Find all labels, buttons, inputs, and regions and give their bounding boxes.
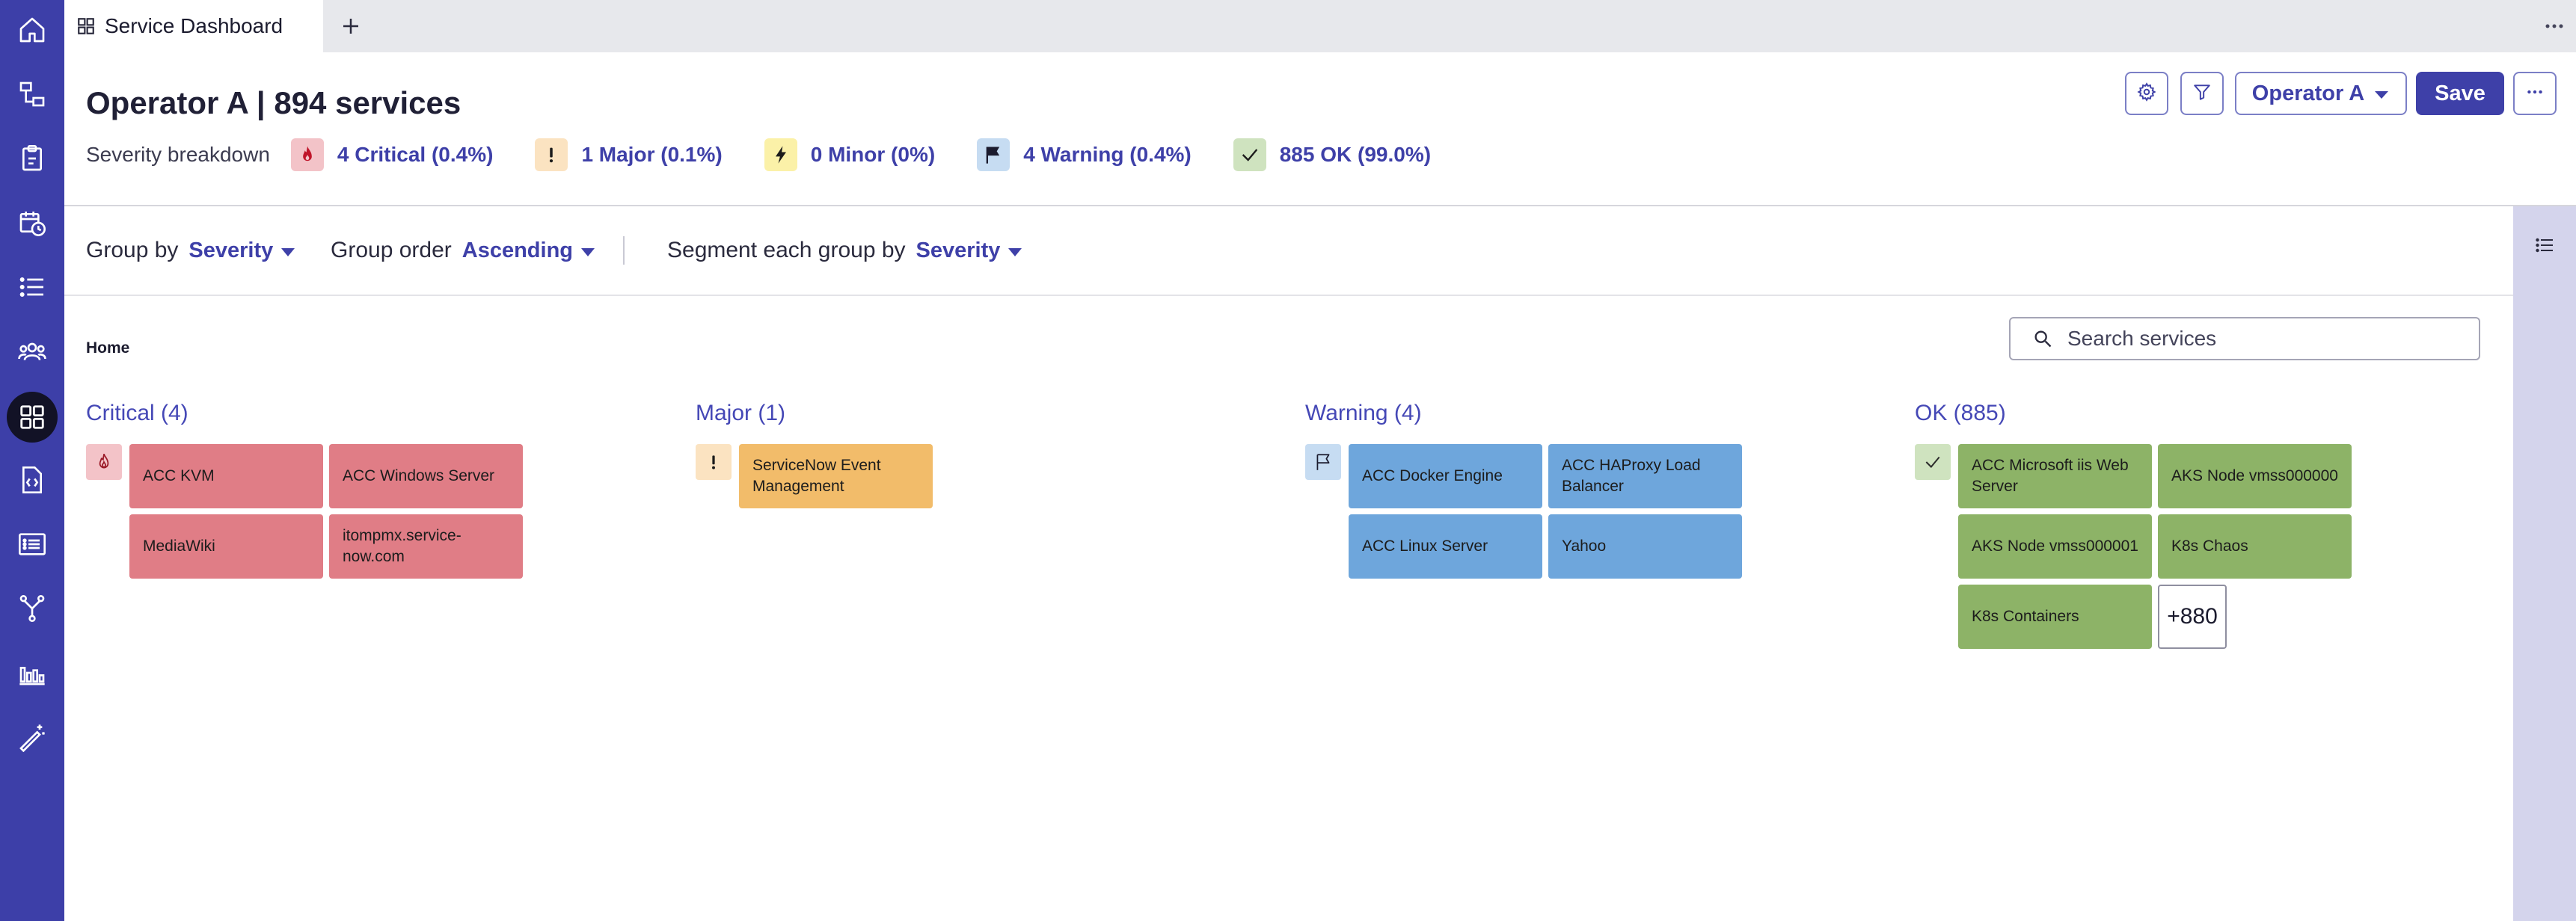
clipboard-icon[interactable] <box>14 141 50 176</box>
group-ok: OK (885) ACC Microsoft iis Web Server AK… <box>1915 401 2352 649</box>
severity-critical-text: 4 Critical (0.4%) <box>337 143 494 166</box>
group-order-value: Ascending <box>461 238 573 262</box>
operator-dropdown[interactable]: Operator A <box>2235 72 2407 115</box>
service-tile[interactable]: K8s Chaos <box>2158 514 2352 579</box>
service-tile[interactable]: Yahoo <box>1548 514 1742 579</box>
more-services-button[interactable]: +880 <box>2158 585 2227 649</box>
gear-icon <box>2137 81 2156 105</box>
group-by-value: Severity <box>188 238 274 262</box>
group-order-dropdown[interactable]: Ascending <box>462 238 595 263</box>
filter-button[interactable] <box>2180 72 2224 115</box>
branch-icon[interactable] <box>14 591 50 626</box>
tab-service-dashboard[interactable]: Service Dashboard <box>64 0 323 52</box>
service-tile[interactable]: AKS Node vmss000000 <box>2158 444 2352 508</box>
flag-outline-icon <box>1305 444 1341 480</box>
tab-label: Service Dashboard <box>105 14 283 37</box>
group-by-control: Group by Severity <box>86 233 295 268</box>
severity-ok-text: 885 OK (99.0%) <box>1279 143 1432 166</box>
save-button[interactable]: Save <box>2416 72 2504 115</box>
list-icon[interactable] <box>14 269 50 305</box>
users-icon[interactable] <box>14 333 50 369</box>
segment-by-dropdown[interactable]: Severity <box>916 238 1023 263</box>
code-file-icon[interactable] <box>14 462 50 498</box>
check-icon <box>1233 138 1266 171</box>
caret-down-icon <box>2373 81 2390 106</box>
service-tile[interactable]: ACC Linux Server <box>1349 514 1542 579</box>
search-input[interactable] <box>2067 327 2456 351</box>
service-tile[interactable]: AKS Node vmss000001 <box>1958 514 2152 579</box>
group-title[interactable]: Warning (4) <box>1305 401 1422 431</box>
severity-major-text: 1 Major (0.1%) <box>581 143 723 166</box>
toolbar-divider <box>623 236 625 265</box>
bar-chart-icon[interactable] <box>14 655 50 691</box>
settings-button[interactable] <box>2125 72 2168 115</box>
service-tile[interactable]: ACC Microsoft iis Web Server <box>1958 444 2152 508</box>
exclamation-icon <box>696 444 732 480</box>
operator-dropdown-label: Operator A <box>2251 81 2365 105</box>
caret-down-icon <box>580 238 595 263</box>
group-by-label: Group by <box>86 238 179 262</box>
grid-icon <box>76 16 96 36</box>
ellipsis-icon <box>2525 82 2545 105</box>
service-tile[interactable]: ACC Docker Engine <box>1349 444 1542 508</box>
search-box <box>2009 317 2480 360</box>
more-options-icon[interactable] <box>2543 13 2566 39</box>
magic-wand-icon[interactable] <box>14 719 50 755</box>
hierarchy-icon[interactable] <box>14 76 50 112</box>
panel-list-icon[interactable] <box>2533 233 2557 257</box>
breadcrumb[interactable]: Home <box>86 339 129 357</box>
severity-breakdown: Severity breakdown 4 Critical (0.4%) 1 M… <box>86 138 1431 172</box>
lightning-icon <box>764 138 797 171</box>
severity-critical-link[interactable]: 4 Critical (0.4%) <box>290 138 494 171</box>
flag-icon <box>977 138 1011 171</box>
grouping-toolbar: Group by Severity Group order Ascending … <box>64 206 2513 296</box>
service-tile[interactable]: ACC HAProxy Load Balancer <box>1548 444 1742 508</box>
service-tile[interactable]: K8s Containers <box>1958 585 2152 649</box>
home-icon[interactable] <box>14 12 50 48</box>
severity-breakdown-label: Severity breakdown <box>86 143 270 166</box>
tab-strip: Service Dashboard <box>64 0 2576 52</box>
dashboard-grid-icon[interactable] <box>7 392 58 443</box>
severity-minor-link[interactable]: 0 Minor (0%) <box>764 138 935 171</box>
group-major: Major (1) ServiceNow Event Management <box>696 401 933 508</box>
group-critical: Critical (4) ACC KVM ACC Windows Server … <box>86 401 523 579</box>
group-title[interactable]: Major (1) <box>696 401 785 431</box>
dashboard-content: Home Critical (4) ACC KVM ACC Windows Se… <box>64 296 2513 921</box>
segment-by-control: Segment each group by Severity <box>667 233 1022 268</box>
fire-icon <box>290 138 324 171</box>
service-tile[interactable]: ACC KVM <box>129 444 323 508</box>
page-title: Operator A | 894 services <box>86 85 461 120</box>
filter-icon <box>2192 82 2212 105</box>
search-icon <box>2031 327 2054 350</box>
group-order-label: Group order <box>331 238 452 262</box>
severity-warning-link[interactable]: 4 Warning (0.4%) <box>977 138 1192 171</box>
group-title[interactable]: OK (885) <box>1915 401 2006 431</box>
left-navigation <box>0 0 64 921</box>
fire-outline-icon <box>86 444 122 480</box>
dashboard-header: Operator A | 894 services Severity break… <box>64 52 2576 206</box>
severity-minor-text: 0 Minor (0%) <box>810 143 936 166</box>
more-actions-button[interactable] <box>2513 72 2557 115</box>
severity-major-link[interactable]: 1 Major (0.1%) <box>535 138 723 171</box>
group-title[interactable]: Critical (4) <box>86 401 188 431</box>
segment-by-value: Severity <box>916 238 1001 262</box>
group-by-dropdown[interactable]: Severity <box>188 238 295 263</box>
right-side-panel <box>2513 206 2576 921</box>
service-tile[interactable]: itompmx.service-now.com <box>329 514 523 579</box>
group-order-control: Group order Ascending <box>331 233 595 268</box>
group-warning: Warning (4) ACC Docker Engine ACC HAProx… <box>1305 401 1742 579</box>
service-tile[interactable]: ACC Windows Server <box>329 444 523 508</box>
caret-down-icon <box>1008 238 1022 263</box>
segment-by-label: Segment each group by <box>667 238 906 262</box>
service-tile[interactable]: MediaWiki <box>129 514 323 579</box>
check-icon <box>1915 444 1951 480</box>
add-tab-button[interactable] <box>335 10 367 42</box>
calendar-clock-icon[interactable] <box>14 205 50 241</box>
service-tile[interactable]: ServiceNow Event Management <box>739 444 933 508</box>
severity-warning-text: 4 Warning (0.4%) <box>1023 143 1192 166</box>
caret-down-icon <box>280 238 295 263</box>
severity-ok-link[interactable]: 885 OK (99.0%) <box>1233 138 1431 171</box>
details-list-icon[interactable] <box>14 526 50 562</box>
exclamation-icon <box>535 138 568 171</box>
